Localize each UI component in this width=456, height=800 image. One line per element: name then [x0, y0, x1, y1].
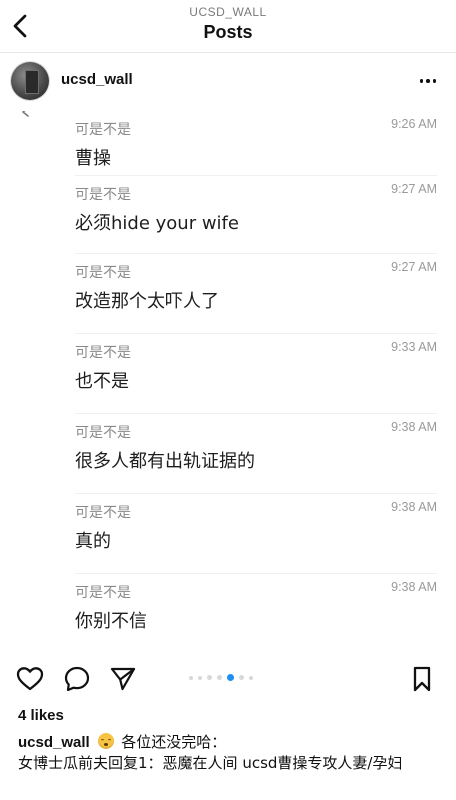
carousel-indicators	[189, 674, 253, 681]
send-icon	[110, 667, 136, 691]
message-time: 9:38 AM	[391, 500, 437, 514]
post-author-row: ucsd_wall	[0, 53, 456, 111]
carousel-dot	[198, 675, 202, 680]
message-text: 改造那个太吓人了	[75, 291, 219, 312]
message-sender: 可是不是	[75, 345, 131, 361]
tired-face-emoji-icon	[98, 733, 115, 749]
more-options-button[interactable]	[416, 70, 440, 92]
message-sender: 可是不是	[75, 265, 131, 281]
message-time: 9:38 AM	[391, 420, 437, 434]
carousel-dot-active	[227, 674, 234, 681]
message-time: 9:27 AM	[391, 182, 437, 196]
post-action-row	[0, 656, 456, 702]
caption-line-2: 女博士瓜前夫回复1：恶魔在人间 ucsd曹操专攻人妻/孕妇	[18, 754, 403, 772]
carousel-dot	[239, 675, 244, 680]
message-text: 真的	[75, 531, 111, 552]
message-text: 很多人都有出轨证据的	[75, 451, 255, 472]
author-username[interactable]: ucsd_wall	[61, 71, 133, 88]
more-horizontal-icon	[432, 79, 437, 83]
avatar-image-detail	[25, 70, 39, 94]
bookmark-icon	[413, 666, 431, 692]
message-sender: 可是不是	[75, 425, 131, 441]
message-item: 可是不是 9:38 AM 你别不信	[75, 573, 437, 656]
chevron-left-icon	[22, 111, 29, 117]
share-button[interactable]	[108, 664, 138, 694]
caption-line-1: 各位还没完哈：	[121, 733, 227, 751]
message-item: 可是不是 9:38 AM 真的	[75, 493, 437, 574]
app-header: UCSD_WALL Posts	[0, 0, 456, 53]
more-horizontal-icon	[426, 79, 430, 83]
message-time: 9:38 AM	[391, 580, 437, 594]
message-item: 可是不是 9:27 AM 必须hide your wife	[75, 175, 437, 254]
message-item: 可是不是 9:26 AM 曹操	[75, 111, 437, 175]
more-horizontal-icon	[419, 79, 424, 83]
header-account-name: UCSD_WALL	[189, 5, 267, 19]
carousel-dot	[217, 675, 222, 680]
carousel-dot	[249, 675, 253, 680]
message-item: 可是不是 9:38 AM 很多人都有出轨证据的	[75, 413, 437, 494]
save-button[interactable]	[407, 664, 437, 694]
message-text: 你别不信	[75, 611, 147, 632]
carousel-dot	[207, 675, 212, 680]
message-time: 9:33 AM	[391, 340, 437, 354]
like-button[interactable]	[15, 664, 45, 694]
message-item: 可是不是 9:27 AM 改造那个太吓人了	[75, 253, 437, 334]
post-caption: ucsd_wall 各位还没完哈： 女博士瓜前夫回复1：恶魔在人间 ucsd曹操…	[18, 731, 438, 773]
message-text: 必须hide your wife	[75, 213, 239, 234]
message-sender: 可是不是	[75, 505, 131, 521]
message-text: 曹操	[75, 148, 111, 169]
caption-username[interactable]: ucsd_wall	[18, 734, 90, 751]
page-title: Posts	[203, 22, 253, 42]
avatar[interactable]	[11, 62, 49, 100]
message-time: 9:27 AM	[391, 260, 437, 274]
message-time: 9:26 AM	[391, 117, 437, 131]
post-image[interactable]: 可是不是 9:26 AM 曹操 可是不是 9:27 AM 必须hide your…	[0, 111, 456, 656]
message-text: 也不是	[75, 371, 129, 392]
message-item: 可是不是 9:33 AM 也不是	[75, 333, 437, 414]
message-sender: 可是不是	[75, 122, 131, 138]
message-sender: 可是不是	[75, 585, 131, 601]
heart-icon	[16, 667, 44, 691]
comment-icon	[64, 666, 90, 692]
carousel-dot	[189, 675, 193, 680]
emoji-mouth	[104, 743, 109, 746]
header-title-group: UCSD_WALL Posts	[0, 5, 456, 44]
likes-count[interactable]: 4 likes	[18, 707, 64, 724]
message-sender: 可是不是	[75, 187, 131, 203]
comment-button[interactable]	[62, 664, 92, 694]
